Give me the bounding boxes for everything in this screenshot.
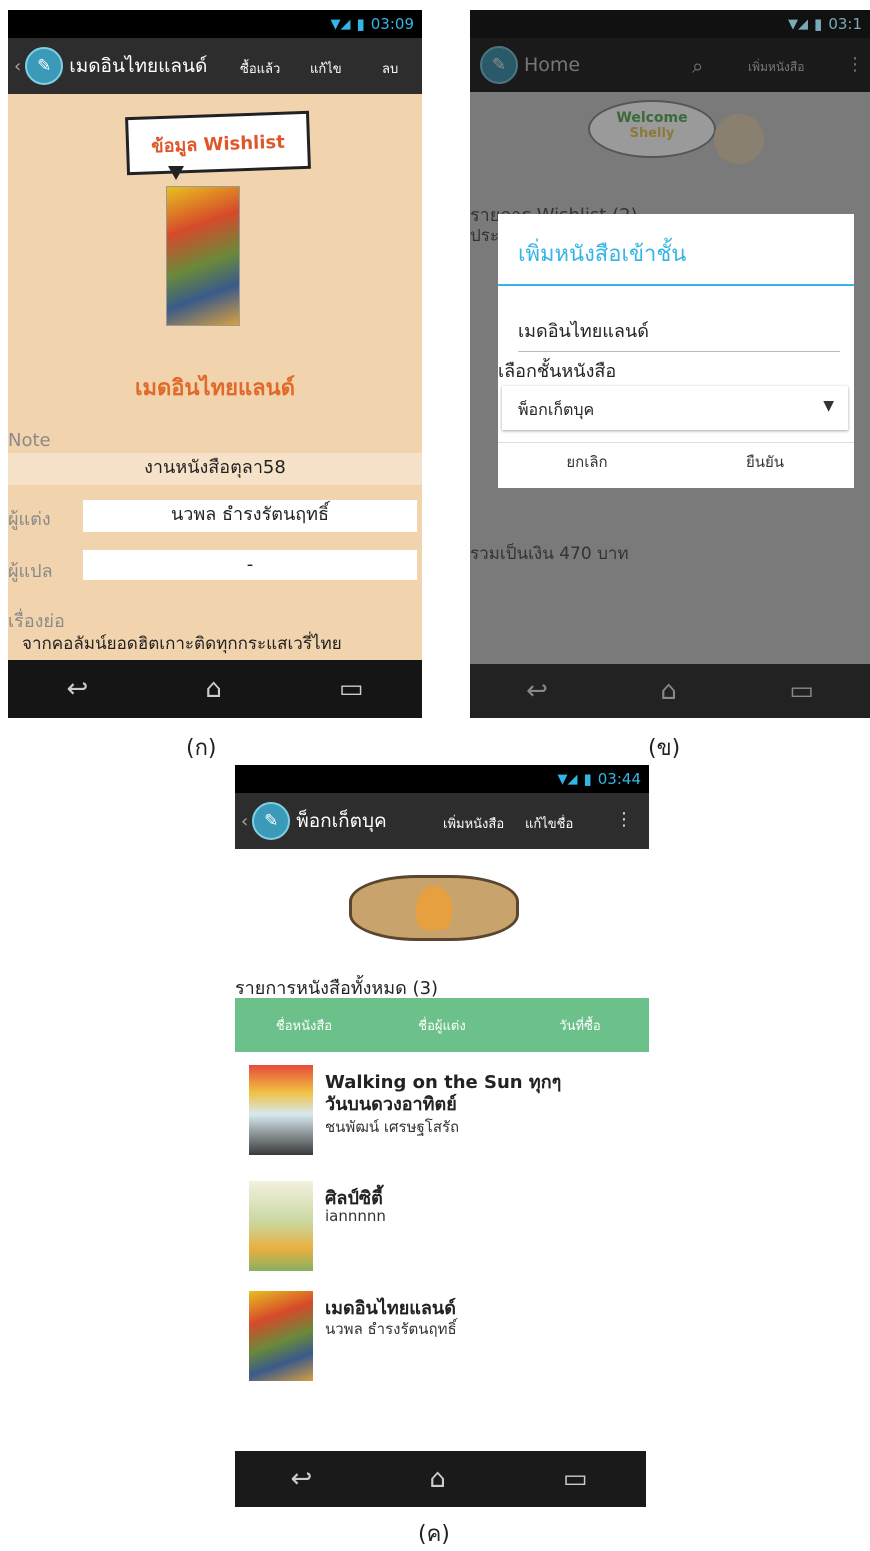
caption-c: (ค) — [418, 1522, 450, 1547]
overflow-menu-icon[interactable]: ⋮ — [615, 809, 633, 830]
action-bar: ✎ Home ⌕ เพิ่มหนังสือ ⋮ — [470, 38, 870, 92]
delete-button[interactable]: ลบ — [382, 58, 398, 79]
page-title: พ็อกเก็ตบุค — [296, 810, 387, 832]
bought-button[interactable]: ซื้อแล้ว — [240, 58, 280, 79]
book-title-line2: วันบนดวงอาทิตย์ — [325, 1094, 457, 1115]
note-label: Note — [8, 430, 51, 451]
caption-a: (ก) — [186, 736, 217, 761]
app-icon[interactable]: ✎ — [480, 46, 518, 84]
app-icon[interactable]: ✎ — [252, 802, 291, 840]
overflow-menu-icon[interactable]: ⋮ — [846, 54, 864, 75]
search-icon[interactable]: ⌕ — [692, 54, 703, 78]
shelf-select-value: พ็อกเก็ตบุค — [518, 400, 595, 419]
status-time: 03:09 — [370, 15, 414, 33]
back-chevron-icon[interactable]: ‹ — [241, 811, 248, 832]
book-author: นวพล ธำรงรัตนฤทธิ์ — [325, 1320, 457, 1338]
battery-icon: ▮ — [814, 15, 823, 33]
book-author: iannnnn — [325, 1207, 386, 1225]
status-bar: ▼◢ ▮ 03:44 — [235, 765, 649, 793]
book-name: เมดอินไทยแลนด์ — [134, 376, 295, 401]
wishlist-sub: ประ — [470, 226, 500, 246]
page-title: เมดอินไทยแลนด์ — [69, 55, 208, 77]
dropdown-arrow-icon: ▼ — [823, 398, 834, 414]
cancel-button[interactable]: ยกเลิก — [498, 450, 676, 474]
recent-apps-icon[interactable]: ▭ — [789, 676, 814, 706]
battery-icon: ▮ — [356, 15, 365, 33]
status-bar: ▼◢ ▮ 03:09 — [8, 10, 422, 38]
nav-bar: ↩ ⌂ ▭ — [8, 660, 422, 718]
girl-reading-icon — [416, 886, 452, 930]
dialog-title: เพิ่มหนังสือเข้าชั้น — [518, 242, 687, 267]
back-chevron-icon[interactable]: ‹ — [14, 56, 21, 77]
confirm-button[interactable]: ยืนยัน — [676, 450, 854, 474]
welcome-name: Shelly — [629, 126, 675, 141]
shelf-banner — [349, 875, 519, 941]
book-cover-image — [166, 186, 240, 326]
column-header-title[interactable]: ชื่อหนังสือ — [235, 1015, 373, 1036]
add-to-shelf-dialog: เพิ่มหนังสือเข้าชั้น เมดอินไทยแลนด์ เลือ… — [498, 214, 854, 488]
battery-icon: ▮ — [583, 770, 592, 788]
home-icon[interactable]: ⌂ — [429, 1464, 446, 1494]
column-header-date[interactable]: วันที่ซื้อ — [511, 1015, 649, 1036]
wifi-signal-icon: ▼◢ — [557, 771, 578, 787]
screen-c: ▼◢ ▮ 03:44 ‹ ✎ พ็อกเก็ตบุค เพิ่มหนังสือ … — [235, 765, 649, 1507]
screen-b: ▼◢ ▮ 03:1 ✎ Home ⌕ เพิ่มหนังสือ ⋮ Welcom… — [470, 10, 870, 718]
book-author: ชนพัฒน์ เศรษฐโสรัถ — [325, 1118, 460, 1136]
shelf-select[interactable]: พ็อกเก็ตบุค ▼ — [502, 386, 848, 430]
translator-field[interactable]: - — [83, 550, 417, 580]
wishlist-sign-label: ข้อมูล Wishlist — [150, 131, 286, 157]
wifi-signal-icon: ▼◢ — [788, 16, 809, 32]
book-title-input[interactable]: เมดอินไทยแลนด์ — [518, 316, 840, 352]
home-icon[interactable]: ⌂ — [205, 674, 222, 704]
recent-apps-icon[interactable]: ▭ — [563, 1464, 588, 1494]
status-bar: ▼◢ ▮ 03:1 — [470, 10, 870, 38]
wishlist-total: รวมเป็นเงิน 470 บาท — [470, 544, 629, 564]
book-cover-image — [249, 1291, 313, 1381]
dialog-divider — [498, 284, 854, 286]
back-icon[interactable]: ↩ — [526, 676, 548, 706]
status-time: 03:1 — [828, 15, 862, 33]
book-cover-image — [249, 1065, 313, 1155]
page-title: Home — [524, 54, 581, 76]
welcome-banner: Welcome Shelly — [588, 100, 716, 158]
rename-button[interactable]: แก้ไขชื่อ — [525, 813, 573, 834]
list-item[interactable]: เมดอินไทยแลนด์ นวพล ธำรงรัตนฤทธิ์ — [235, 1283, 649, 1387]
dialog-buttons-divider — [498, 442, 854, 443]
author-label: ผู้แต่ง — [8, 509, 51, 530]
author-field[interactable]: นวพล ธำรงรัตนฤทธิ์ — [83, 500, 417, 532]
back-icon[interactable]: ↩ — [67, 674, 89, 704]
welcome-text: Welcome — [616, 110, 688, 126]
recent-apps-icon[interactable]: ▭ — [339, 674, 364, 704]
screen-a: ▼◢ ▮ 03:09 ‹ ✎ เมดอินไทยแลนด์ ซื้อแล้ว แ… — [8, 10, 422, 718]
girl-illustration-icon — [714, 114, 764, 164]
synopsis-text: จากคอลัมน์ยอดฮิตเกาะติดทุกกระแสเวรี่ไทย — [22, 634, 342, 654]
wishlist-sign: ข้อมูล Wishlist — [125, 110, 311, 176]
column-header-author[interactable]: ชื่อผู้แต่ง — [373, 1015, 511, 1036]
status-time: 03:44 — [597, 770, 641, 788]
app-icon[interactable]: ✎ — [25, 47, 64, 85]
note-field[interactable]: งานหนังสือตุลา58 — [8, 453, 422, 485]
list-item[interactable]: ศิลป์ซิตี้ iannnnn — [235, 1173, 649, 1277]
translator-label: ผู้แปล — [8, 561, 53, 582]
book-cover-image — [249, 1181, 313, 1271]
back-icon[interactable]: ↩ — [291, 1464, 313, 1494]
add-book-button[interactable]: เพิ่มหนังสือ — [748, 58, 804, 77]
nav-bar: ↩ ⌂ ▭ — [235, 1451, 646, 1507]
list-item[interactable]: Walking on the Sun ทุกๆ วันบนดวงอาทิตย์ … — [235, 1057, 649, 1161]
edit-button[interactable]: แก้ไข — [310, 58, 342, 79]
action-bar: ‹ ✎ เมดอินไทยแลนด์ ซื้อแล้ว แก้ไข ลบ — [8, 38, 422, 94]
action-bar: ‹ ✎ พ็อกเก็ตบุค เพิ่มหนังสือ แก้ไขชื่อ ⋮ — [235, 793, 649, 849]
wifi-signal-icon: ▼◢ — [330, 16, 351, 32]
shelf-label: เลือกชั้นหนังสือ — [498, 361, 617, 382]
home-icon[interactable]: ⌂ — [660, 676, 677, 706]
nav-bar: ↩ ⌂ ▭ — [470, 664, 870, 718]
add-book-button[interactable]: เพิ่มหนังสือ — [443, 813, 504, 834]
caption-b: (ข) — [648, 736, 681, 761]
table-header: ชื่อหนังสือ ชื่อผู้แต่ง วันที่ซื้อ — [235, 998, 649, 1052]
sign-tail — [168, 166, 184, 180]
